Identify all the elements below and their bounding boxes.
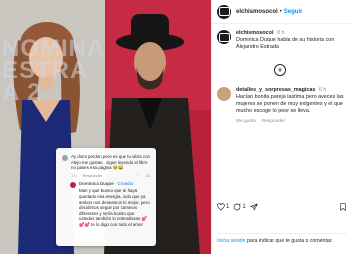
card-comment-text: Ay domi perdon pero es que tu vibra con … bbox=[71, 154, 150, 171]
caption-avatar[interactable] bbox=[217, 30, 231, 44]
creator-badge: · Creador bbox=[114, 181, 134, 187]
post-media[interactable]: NOMINA ESTRA A 2 Ay domi perdon pero es … bbox=[0, 0, 211, 254]
caption-time: 8 h bbox=[276, 30, 285, 36]
share-action[interactable] bbox=[250, 203, 258, 211]
card-comment-likes: 21 bbox=[145, 172, 150, 178]
comment-username[interactable]: detalles_y_sorpresas_magicas bbox=[236, 87, 315, 93]
creator-avatar bbox=[70, 182, 76, 189]
login-prompt: Inicia sesión para indicar que te gusta … bbox=[217, 233, 347, 245]
comment-like-button[interactable]: Me gusta bbox=[236, 118, 256, 125]
comment-action[interactable]: 1 bbox=[233, 203, 246, 211]
login-link[interactable]: Inicia sesión bbox=[217, 238, 246, 244]
caption-text: Dominica Duque habla de su historia con … bbox=[236, 37, 335, 50]
comment-reply-button[interactable]: Responder bbox=[262, 118, 285, 125]
post-actions: 1 1 bbox=[217, 203, 347, 211]
header-username[interactable]: elchismosocol bbox=[236, 9, 278, 15]
profile-avatar[interactable] bbox=[217, 4, 231, 19]
follow-button[interactable]: Seguir bbox=[284, 9, 303, 15]
caption-username[interactable]: elchismosocol bbox=[236, 30, 273, 36]
post-side-panel: elchismosocol • Seguir elchismosocol 8 h… bbox=[211, 0, 350, 254]
comment-time: 6 h bbox=[318, 87, 327, 93]
bookmark-icon[interactable] bbox=[339, 203, 347, 211]
heart-icon: ♡ bbox=[135, 171, 140, 178]
commenter-avatar bbox=[62, 155, 68, 161]
background-letters: NOMINA ESTRA A 2 bbox=[2, 35, 106, 106]
commenter-avatar[interactable] bbox=[217, 87, 231, 101]
heart-icon[interactable] bbox=[217, 203, 225, 211]
post-caption: elchismosocol 8 h Dominica Duque habla d… bbox=[217, 30, 349, 51]
reply-text: Mari y qué bueno que te haya quedado esa… bbox=[79, 188, 150, 227]
separator-dot: • bbox=[279, 8, 282, 15]
share-icon[interactable] bbox=[250, 203, 258, 211]
card-comment-time: 1 h bbox=[71, 172, 77, 178]
comment-icon[interactable] bbox=[233, 203, 241, 211]
load-more-comments-icon[interactable]: + bbox=[274, 64, 286, 76]
reply-author: Dominica Duque bbox=[79, 181, 114, 187]
comment-item: detalles_y_sorpresas_magicas 6 h Hacían … bbox=[217, 87, 349, 125]
like-action[interactable]: 1 bbox=[217, 203, 229, 211]
like-count: 1 bbox=[226, 204, 230, 210]
save-action[interactable] bbox=[339, 203, 347, 211]
comment-text: Hacían bonita pareja lastima pero aveces… bbox=[236, 94, 344, 114]
login-text: para indicar que te gusta o comentar. bbox=[247, 238, 333, 244]
comment-count: 1 bbox=[242, 204, 246, 210]
post-header: elchismosocol • Seguir bbox=[212, 0, 350, 24]
card-comment-reply: Responder bbox=[82, 172, 103, 178]
screenshot-comment-card: Ay domi perdon pero es que tu vibra con … bbox=[56, 148, 156, 246]
